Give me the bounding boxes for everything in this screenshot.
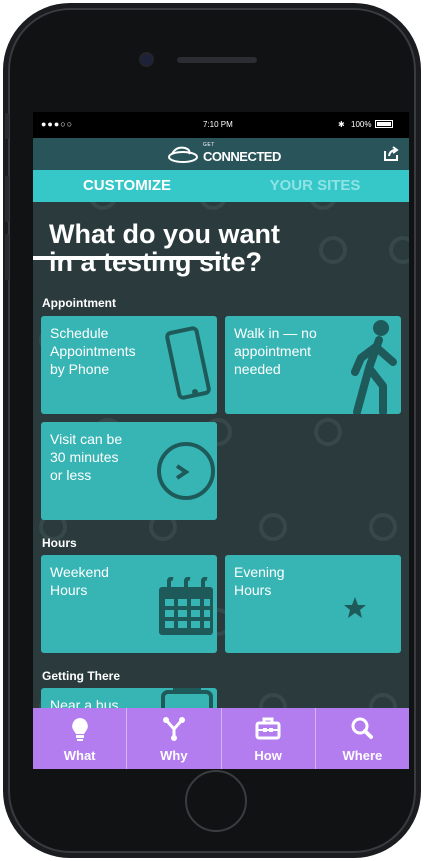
earpiece-speaker — [177, 57, 257, 63]
toolbox-icon — [255, 717, 281, 740]
nav-label: Why — [160, 748, 188, 763]
logo-word: CONNECTED — [203, 149, 281, 164]
branch-icon — [162, 717, 185, 741]
card-text: Weekend Hours — [50, 564, 109, 598]
share-icon[interactable] — [383, 146, 399, 167]
nav-label: How — [254, 748, 282, 763]
app-header: GET CONNECTED — [33, 138, 409, 170]
logo-swoosh-icon — [168, 146, 198, 163]
option-card-schedule-by-phone[interactable]: Schedule Appointments by Phone — [41, 316, 217, 414]
battery-percent: 100% — [351, 120, 372, 129]
nav-why[interactable]: Why — [127, 708, 222, 769]
option-card-evening-hours[interactable]: Evening Hours — [225, 555, 401, 653]
nav-how[interactable]: How — [222, 708, 316, 769]
section-label-appointment: Appointment — [42, 296, 116, 310]
nav-label: Where — [342, 748, 383, 763]
mute-switch — [5, 113, 9, 139]
card-text: Near a bus — [50, 697, 119, 708]
bottom-nav: What Why How Where — [33, 708, 409, 769]
page-title: What do you want in a testing site? — [49, 220, 280, 276]
app-screen: ●●●○○ 7:10 PM ✱ 100% GET CONNECTED CUSTO… — [33, 112, 409, 769]
card-text: Schedule Appointments by Phone — [50, 325, 136, 377]
option-card-visit-30-minutes[interactable]: Visit can be 30 minutes or less — [41, 422, 217, 520]
search-icon — [351, 717, 374, 739]
volume-up-button — [5, 176, 9, 222]
battery-icon — [375, 120, 393, 128]
tab-bar: CUSTOMIZE YOUR SITES — [33, 170, 409, 260]
section-label-hours: Hours — [42, 536, 77, 550]
signal-indicator: ●●●○○ — [41, 119, 74, 129]
home-button[interactable] — [185, 770, 247, 832]
nav-label: What — [63, 748, 96, 763]
front-camera — [141, 54, 152, 65]
tab-your-sites[interactable]: YOUR SITES — [221, 170, 409, 202]
nav-where[interactable]: Where — [316, 708, 409, 769]
lightbulb-icon — [71, 718, 88, 741]
title-line-1: What do you want — [49, 219, 280, 249]
nav-what[interactable]: What — [33, 708, 128, 769]
get-connected-logo: GET CONNECTED — [167, 142, 281, 164]
card-text: Walk in — no appointment needed — [234, 325, 317, 377]
option-card-weekend-hours[interactable]: Weekend Hours — [41, 555, 217, 653]
main-content[interactable]: What do you want in a testing site? Appo… — [33, 202, 409, 708]
tab-customize[interactable]: CUSTOMIZE — [33, 170, 221, 202]
status-time: 7:10 PM — [203, 120, 233, 129]
volume-down-button — [5, 234, 9, 280]
option-card-walk-in[interactable]: Walk in — no appointment needed — [225, 316, 401, 414]
section-label-getting-there: Getting There — [42, 669, 121, 683]
title-line-2: in a testing site? — [49, 247, 263, 277]
bluetooth-icon: ✱ — [338, 120, 345, 129]
logo-small-text: GET — [203, 142, 215, 148]
status-bar: ●●●○○ 7:10 PM ✱ 100% — [33, 112, 409, 138]
card-text: Evening Hours — [234, 564, 285, 598]
card-text: Visit can be 30 minutes or less — [50, 431, 123, 483]
option-card-near-bus[interactable]: Near a bus — [41, 688, 217, 708]
